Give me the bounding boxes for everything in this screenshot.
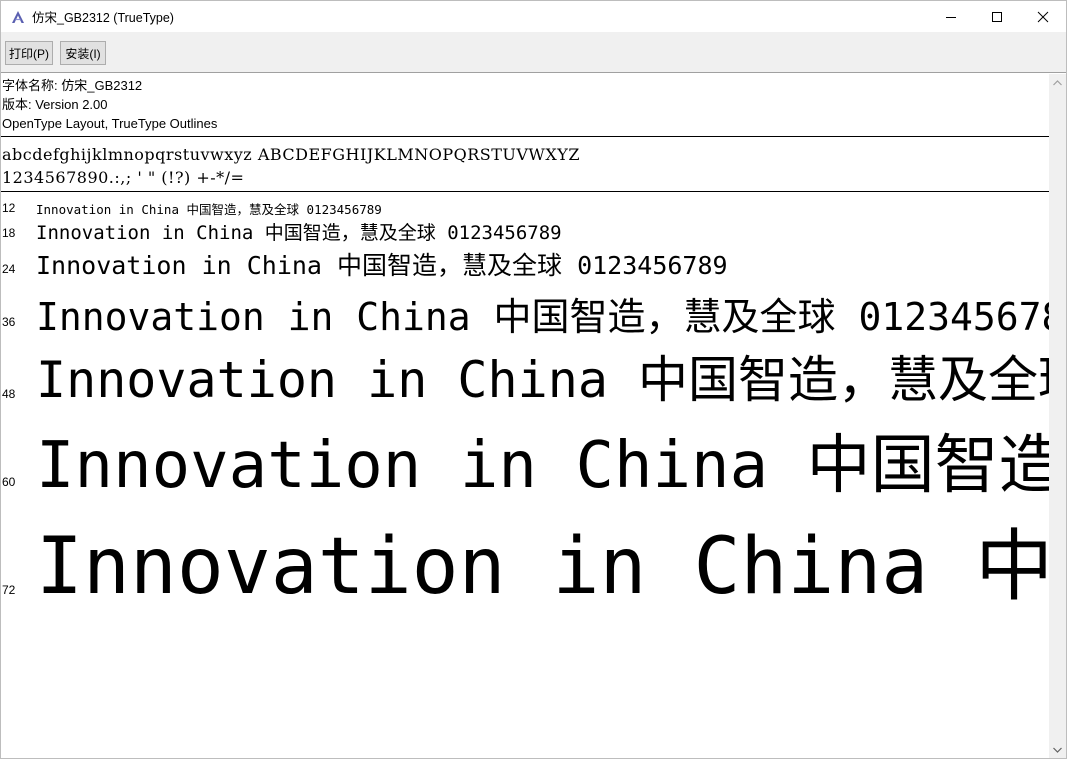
sample-row-48: 48 Innovation in China 中国智造，慧及全球 0123456… [1,340,1049,409]
font-name-line: 字体名称: 仿宋_GB2312 [2,78,143,93]
size-label: 24 [2,262,16,276]
sample-text: Innovation in China 中国智造，慧及全球 0123456789 [36,251,728,280]
scroll-down-arrow-icon [1053,747,1062,753]
divider-top [1,136,1049,137]
window-controls [928,1,1066,32]
size-label: 48 [2,387,16,401]
sample-text: Innovation in China 中国智造，慧及全球 0123456789 [36,202,382,217]
size-label: 12 [2,201,16,215]
size-label: 72 [2,583,16,597]
sample-row-60: 60 Innovation in China 中国智造，慧及全球 0123456… [1,414,1049,503]
scroll-up-button[interactable] [1049,74,1066,91]
charset-letters: abcdefghijklmnopqrstuvwxyz ABCDEFGHIJKLM… [2,145,580,164]
sample-row-72: 72 Innovation in China 中国智造，慧及全球 0123456… [1,504,1049,612]
size-label: 60 [2,475,16,489]
install-button[interactable]: 安装(I) [60,41,106,65]
sample-row-18: 18 Innovation in China 中国智造，慧及全球 0123456… [1,218,1049,244]
font-version-line: 版本: Version 2.00 [2,97,108,112]
size-label: 18 [2,226,16,240]
maximize-icon [992,11,1002,22]
font-viewer-icon [10,9,26,25]
sample-text: Innovation in China 中国智造，慧及全球 0123456789 [36,295,1049,339]
print-button[interactable]: 打印(P) [5,41,53,65]
toolbar: 打印(P) 安装(I) [1,32,1066,73]
sample-text: Innovation in China 中国智造，慧及全球 0123456789 [36,222,562,244]
maximize-button[interactable] [974,1,1020,32]
sample-row-24: 24 Innovation in China 中国智造，慧及全球 0123456… [1,246,1049,280]
close-button[interactable] [1020,1,1066,32]
sample-row-36: 36 Innovation in China 中国智造，慧及全球 0123456… [1,286,1049,339]
divider-bottom [1,191,1049,192]
font-outline-line: OpenType Layout, TrueType Outlines [2,116,218,131]
sample-text: Innovation in China 中国智造，慧及全球 0123456789 [36,351,1049,409]
minimize-icon [946,16,956,18]
size-label: 36 [2,315,16,329]
sample-text: Innovation in China 中国智造，慧及全球 0123456789 [36,429,1049,503]
charset-digits-symbols: 1234567890.:,; ' " (!?) +-*/= [2,168,245,187]
scroll-down-button[interactable] [1049,741,1066,758]
vertical-scrollbar[interactable] [1049,74,1066,758]
scroll-up-arrow-icon [1053,79,1062,85]
font-viewer-window: 仿宋_GB2312 (TrueType) 打印(P) 安装(I) 字体名称: 仿… [0,0,1067,759]
sample-row-12: 12 Innovation in China 中国智造，慧及全球 0123456… [1,198,1049,217]
sample-text: Innovation in China 中国智造，慧及全球 0123456789 [36,522,1049,612]
title-bar[interactable]: 仿宋_GB2312 (TrueType) [1,1,1066,32]
font-preview-area: 字体名称: 仿宋_GB2312 版本: Version 2.00 OpenTyp… [1,74,1049,758]
close-icon [1037,11,1049,22]
minimize-button[interactable] [928,1,974,32]
window-title: 仿宋_GB2312 (TrueType) [32,11,174,25]
